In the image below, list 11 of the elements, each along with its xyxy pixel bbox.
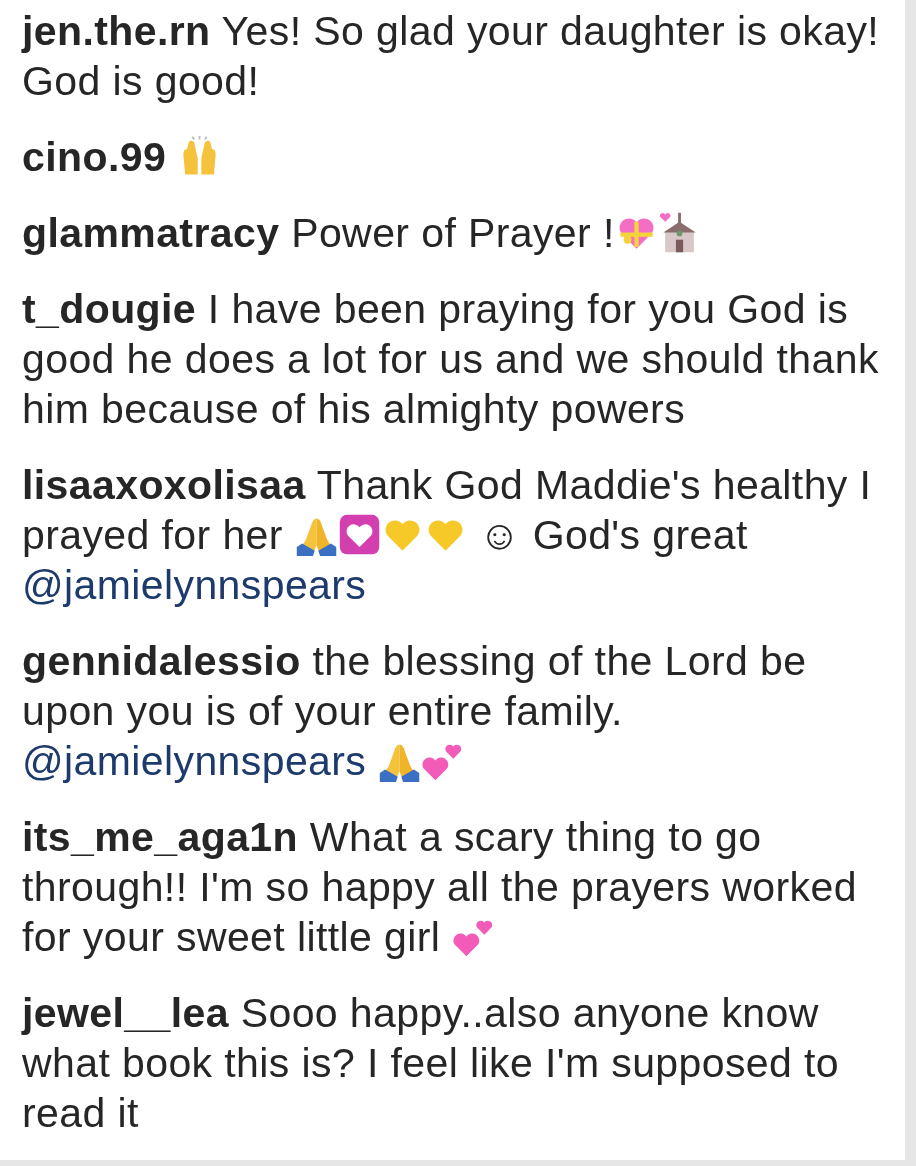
mention-link[interactable]: @jamielynnspears (22, 738, 367, 784)
comment-text: jewel__lea Sooo happy..also anyone know what book this is? I feel like I'm supposed to read it (22, 989, 841, 1138)
comment-text: glammatracy Power of Prayer ! (22, 208, 885, 258)
comment-text: t_dougie I have been praying for you God is good he does a lot for us and we should thank him because of his almighty powers (22, 285, 880, 434)
comment-text: cino.99 (22, 132, 885, 182)
comment-text: lisaaxoxolisaa Thank God Maddie's healthy I prayed for her ☺ God's great @jamielynnspears (22, 461, 873, 610)
mention-link[interactable]: @jamielynnspears (22, 562, 367, 608)
comment-text: jen.the.rn Yes! So glad your daughter is okay! God is good! (22, 7, 881, 106)
comment-text: gennidalessio the blessing of the Lord be upon you is of your entire family. @jamielynnspears (22, 637, 808, 786)
comment-text: its_me_aga1n What a scary thing to go through!! I'm so happy all the prayers worked for your sweet little girl (22, 813, 858, 962)
heart-square-icon (337, 513, 381, 557)
